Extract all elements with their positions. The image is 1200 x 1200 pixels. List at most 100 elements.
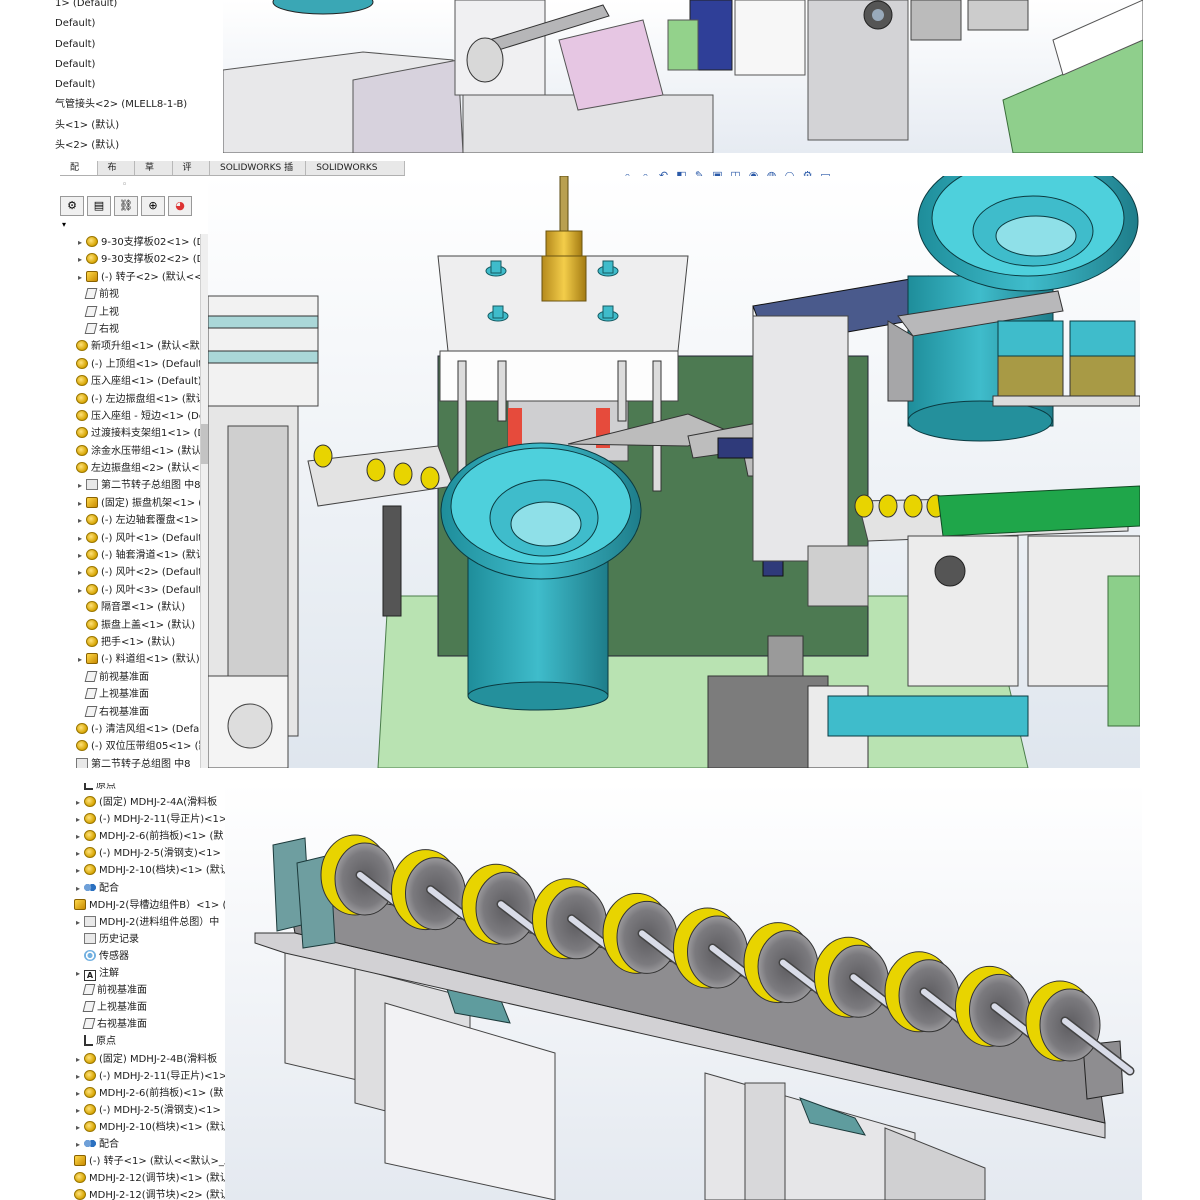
expand-arrow-icon[interactable]: ▸: [74, 845, 82, 862]
tree-item[interactable]: (-) 上顶组<1> (Default): [66, 356, 208, 373]
expand-arrow-icon[interactable]: ▸: [76, 234, 84, 251]
top-tree-item[interactable]: 1> (Default): [55, 0, 187, 14]
tree-item[interactable]: ▸ (固定) MDHJ-2-4A(滑料板: [64, 794, 225, 811]
tree-item[interactable]: 上视基准面: [66, 686, 208, 703]
property-manager-tab-icon[interactable]: ▤: [87, 196, 111, 216]
tree-item[interactable]: 右视基准面: [66, 704, 208, 721]
tree-item[interactable]: MDHJ-2-12(调节块)<1> (默认: [64, 1170, 225, 1187]
command-tab[interactable]: 评估: [173, 161, 210, 187]
tree-item[interactable]: ▸ MDHJ-2-6(前挡板)<1> (默: [64, 828, 225, 845]
top-tree-item[interactable]: 气管接头<2> (MLELL8-1-B): [55, 95, 187, 115]
expand-arrow-icon[interactable]: ▸: [74, 1085, 82, 1102]
tree-item[interactable]: (-) 左边振盘组<1> (默认<: [66, 391, 208, 408]
tree-item[interactable]: 新项升组<1> (默认<默: [66, 338, 208, 355]
tree-item[interactable]: ▸ A 注解: [64, 965, 225, 982]
tree-item[interactable]: ▸ 第二节转子总组图 中8: [66, 477, 208, 494]
top-tree-item[interactable]: Default): [55, 35, 187, 55]
tree-item[interactable]: ▸ 9-30支撑板02<2> (D: [66, 251, 208, 268]
expand-arrow-icon[interactable]: ▸: [74, 1051, 82, 1068]
tree-item[interactable]: ▸ 配合: [64, 1136, 225, 1153]
expand-arrow-icon[interactable]: ▸: [74, 811, 82, 828]
expand-arrow-icon[interactable]: ▸: [76, 251, 84, 268]
expand-arrow-icon[interactable]: ▸: [76, 512, 84, 529]
expand-arrow-icon[interactable]: ▸: [74, 794, 82, 811]
tree-item[interactable]: 压入座组 - 短边<1> (Def: [66, 408, 208, 425]
feature-tree-tab-icon[interactable]: ⚙: [60, 196, 84, 216]
tree-item[interactable]: ▸ (-) 料道组<1> (默认): [66, 651, 208, 668]
expand-arrow-icon[interactable]: ▸: [74, 828, 82, 845]
command-tab[interactable]: SOLIDWORKS 插件: [210, 161, 307, 187]
tree-item[interactable]: 历史记录: [64, 931, 225, 948]
tree-item[interactable]: MDHJ-2(导槽边组件B）<1> (: [64, 897, 225, 914]
tree-item[interactable]: 上视: [66, 304, 208, 321]
configuration-manager-tab-icon[interactable]: ⛓: [114, 196, 138, 216]
tree-scrollbar[interactable]: [200, 234, 208, 768]
expand-arrow-icon[interactable]: ▸: [76, 495, 84, 512]
tree-item[interactable]: ▸ (-) 风叶<3> (Default: [66, 582, 208, 599]
dimxpert-tab-icon[interactable]: ⊕: [141, 196, 165, 216]
tree-item[interactable]: 传感器: [64, 948, 225, 965]
collapse-handle-icon[interactable]: ◦: [122, 180, 127, 190]
top-tree-item[interactable]: 头<1> (默认): [55, 116, 187, 136]
expand-arrow-icon[interactable]: ▸: [76, 651, 84, 668]
tree-item[interactable]: ▸ (固定) MDHJ-2-4B(滑料板: [64, 1051, 225, 1068]
tree-item[interactable]: 前视基准面: [66, 669, 208, 686]
tree-item[interactable]: (-) 转子<1> (默认<<默认>_显: [64, 1153, 225, 1170]
middle-cad-viewport[interactable]: [208, 176, 1140, 768]
tree-item[interactable]: ▸ (-) 轴套滑道<1> (默认: [66, 547, 208, 564]
expand-arrow-icon[interactable]: ▸: [74, 965, 82, 982]
command-tab[interactable]: SOLIDWORKS MBD: [306, 161, 406, 187]
expand-arrow-icon[interactable]: ▸: [74, 1068, 82, 1085]
expand-arrow-icon[interactable]: ▸: [76, 477, 84, 494]
command-tab[interactable]: 草图: [135, 161, 173, 187]
tree-item[interactable]: ▸ (固定) 振盘机架<1> (: [66, 495, 208, 512]
expand-arrow-icon[interactable]: ▸: [74, 914, 82, 931]
tree-item[interactable]: 压入座组<1> (Default): [66, 373, 208, 390]
tree-item[interactable]: MDHJ-2-12(调节块)<2> (默认: [64, 1187, 225, 1200]
tree-item[interactable]: ▸ 配合: [64, 880, 225, 897]
tree-item[interactable]: ▸ MDHJ-2-6(前挡板)<1> (默: [64, 1085, 225, 1102]
tree-item[interactable]: ▸ (-) MDHJ-2-5(滑钢支)<1>: [64, 845, 225, 862]
tree-item[interactable]: ▸ MDHJ-2(进料组件总图）中: [64, 914, 225, 931]
tree-item[interactable]: 右视: [66, 321, 208, 338]
tree-item[interactable]: 右视基准面: [64, 1016, 225, 1033]
expand-arrow-icon[interactable]: ▸: [74, 1119, 82, 1136]
expand-arrow-icon[interactable]: ▸: [76, 530, 84, 547]
tree-item[interactable]: ▸ (-) MDHJ-2-5(滑钢支)<1>: [64, 1102, 225, 1119]
tree-item[interactable]: ▸ (-) MDHJ-2-11(导正片)<1>: [64, 1068, 225, 1085]
display-manager-tab-icon[interactable]: ◕: [168, 196, 192, 216]
tree-item[interactable]: 原点: [64, 1033, 225, 1050]
tree-item[interactable]: 前视基准面: [64, 982, 225, 999]
tree-item[interactable]: ▸ (-) 风叶<1> (Default: [66, 530, 208, 547]
top-cad-viewport[interactable]: [223, 0, 1143, 153]
tree-item[interactable]: 第二节转子总组图 中8: [66, 756, 208, 768]
tree-item[interactable]: ▸ MDHJ-2-10(档块)<1> (默认: [64, 862, 225, 879]
tree-item[interactable]: 上视基准面: [64, 999, 225, 1016]
top-tree-item[interactable]: Default): [55, 14, 187, 34]
tree-item[interactable]: ▸ (-) 转子<2> (默认<<: [66, 269, 208, 286]
top-tree-item[interactable]: Default): [55, 55, 187, 75]
tree-item[interactable]: ▸ 9-30支撑板02<1> (D: [66, 234, 208, 251]
expand-arrow-icon[interactable]: ▸: [74, 862, 82, 879]
expand-arrow-icon[interactable]: ▸: [76, 564, 84, 581]
expand-arrow-icon[interactable]: ▸: [76, 269, 84, 286]
tree-item[interactable]: 左边振盘组<2> (默认<默: [66, 460, 208, 477]
expand-arrow-icon[interactable]: ▸: [76, 547, 84, 564]
top-tree-item[interactable]: 头<2> (默认): [55, 136, 187, 153]
tree-item[interactable]: 隔音罩<1> (默认): [66, 599, 208, 616]
expand-arrow-icon[interactable]: ▸: [74, 1102, 82, 1119]
top-tree-item[interactable]: Default): [55, 75, 187, 95]
tree-item[interactable]: ▸ (-) MDHJ-2-11(导正片)<1>: [64, 811, 225, 828]
tree-item[interactable]: ▸ (-) 风叶<2> (Default: [66, 564, 208, 581]
command-tab[interactable]: 配体: [60, 161, 98, 187]
expand-arrow-icon[interactable]: ▸: [76, 582, 84, 599]
tree-item[interactable]: (-) 清洁风组<1> (Default: [66, 721, 208, 738]
tree-item[interactable]: 原点: [64, 783, 225, 794]
bottom-cad-viewport[interactable]: [225, 783, 1142, 1200]
tree-item[interactable]: 把手<1> (默认): [66, 634, 208, 651]
tree-item[interactable]: ▸ (-) 左边轴套覆盘<1> (: [66, 512, 208, 529]
filter-dropdown-icon[interactable]: ▾: [62, 220, 66, 229]
expand-arrow-icon[interactable]: ▸: [74, 1136, 82, 1153]
tree-item[interactable]: 涂金水压带组<1> (默认<: [66, 443, 208, 460]
command-tab[interactable]: 布局: [98, 161, 135, 187]
